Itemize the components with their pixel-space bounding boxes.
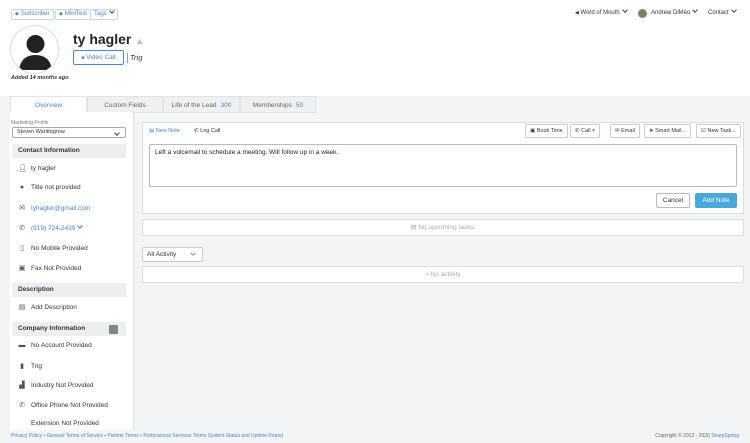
company-name: Trig: [130, 53, 143, 62]
user-icon: 👤︎: [18, 165, 27, 172]
word-of-mouth-menu[interactable]: ◀ Word of Mouth: [575, 7, 628, 16]
footer: Privacy Policy • General Terms of Servic…: [0, 430, 750, 443]
person-icon: ●: [19, 184, 25, 191]
contact-name: ty hagler ▲: [73, 31, 145, 47]
company-row-account: ▬ No Account Provided: [18, 342, 92, 349]
contact-row-name: 👤︎ ty hagler: [18, 165, 56, 172]
company-information-header: Company Information: [12, 322, 126, 336]
top-bar: ◆ Subscriber ◆ MiniTest Tags ◀ Word of Mou…: [0, 0, 750, 26]
tags-dropdown[interactable]: Tags: [90, 8, 118, 20]
divider: [127, 53, 128, 63]
contact-row-phone[interactable]: ✆ (919) 724-2439: [18, 223, 84, 232]
tag-chip-subscriber[interactable]: ◆ Subscriber: [11, 9, 54, 20]
contact-row-email[interactable]: ✉ tyhagler@gmail.com: [18, 204, 90, 212]
company-row-name: ▮ Trig: [18, 362, 42, 370]
added-timestamp: Added 14 months ago: [11, 75, 69, 81]
activity-filter-select[interactable]: All Activity: [142, 247, 203, 262]
envelope-icon: ✉: [19, 205, 25, 212]
note-textarea[interactable]: Left a voicemail to schedule a meeting. …: [149, 144, 737, 187]
mobile-icon: ▯: [20, 245, 24, 252]
fax-icon: ▣: [18, 265, 26, 272]
envelope-icon: ✉: [615, 128, 620, 134]
tag-chip-minitest[interactable]: ◆ MiniTest: [55, 9, 91, 20]
company-row-extension: Extension Not Provided: [31, 420, 99, 427]
new-note-tab[interactable]: ▤ New Note: [149, 128, 180, 134]
add-note-button[interactable]: Add Note: [695, 193, 737, 208]
marketing-profile-label: Marketing Profile: [11, 120, 49, 126]
user-menu[interactable]: Andrew DiMeo: [651, 7, 699, 16]
tab-overview[interactable]: Overview: [10, 96, 87, 113]
tab-custom-fields[interactable]: Custom Fields: [87, 96, 163, 113]
chevron-down-icon[interactable]: [77, 223, 84, 229]
send-icon: ➤: [649, 128, 654, 134]
tab-life-of-the-lead[interactable]: Life of the Lead 300: [163, 96, 240, 113]
video-camera-icon: ■: [81, 55, 85, 61]
avatar[interactable]: [638, 9, 647, 18]
factory-icon: ▟: [19, 382, 25, 389]
add-description[interactable]: ▤ Add Description: [18, 303, 77, 311]
briefcase-icon: ▬: [18, 342, 26, 349]
chevron-down-icon: [692, 7, 699, 13]
chevron-down-icon: [114, 130, 120, 136]
company-row-office-phone: ✆ Office Phone Not Provided: [19, 402, 108, 409]
document-icon: ▤: [18, 304, 26, 311]
activity-icon: ≈: [425, 271, 429, 278]
megaphone-icon: ◀: [575, 10, 579, 16]
book-time-button[interactable]: ▣ Book Time: [525, 124, 568, 138]
contact-menu[interactable]: Contact: [708, 7, 737, 16]
tag-icon: ◆: [15, 11, 19, 17]
email-button[interactable]: ✉ Email: [610, 124, 640, 138]
note-icon: ▤: [149, 128, 155, 134]
call-button[interactable]: ✆ Call ▾: [570, 124, 600, 138]
chevron-down-icon: [108, 8, 115, 14]
description-header: Description: [12, 283, 126, 297]
chevron-down-icon: [190, 250, 196, 256]
company-edit-icon[interactable]: [109, 325, 118, 334]
contact-avatar: [10, 25, 59, 74]
video-call-button[interactable]: ■ Video Call: [73, 50, 124, 65]
clipboard-icon: ▤: [410, 224, 417, 231]
company-row-industry: ▟ Industry Not Provided: [19, 382, 94, 389]
copyright: Copyright © 2012 - 2020 SharpSpring: [655, 433, 739, 439]
tab-bar: Overview Custom Fields Life of the Lead 3…: [10, 96, 316, 113]
contact-information-header: Contact Information: [12, 144, 126, 158]
cancel-button[interactable]: Cancel: [656, 193, 690, 208]
caret-down-icon: ▾: [592, 128, 595, 134]
chevron-down-icon: [730, 7, 737, 13]
smart-mail-button[interactable]: ➤ Smart Mail...: [644, 124, 692, 138]
tag-icon: ◆: [59, 11, 63, 17]
person-silhouette-icon: [19, 35, 52, 70]
chevron-down-icon: [621, 7, 628, 13]
contact-row-mobile: ▯ No Mobile Provided: [18, 244, 88, 252]
activity-panel: ≈ No activity: [142, 266, 744, 283]
phone-icon: ✆: [575, 128, 580, 134]
log-call-tab[interactable]: ✆ Log Call: [194, 128, 220, 134]
tab-memberships[interactable]: Memberships 50: [240, 96, 316, 113]
footer-links[interactable]: Privacy Policy • General Terms of Servic…: [11, 430, 283, 443]
phone-icon: ✆: [19, 225, 25, 232]
contact-row-fax: ▣ Fax Not Provided: [18, 265, 82, 272]
phone-icon: ✆: [19, 402, 25, 409]
new-task-button[interactable]: ☑ New Task...: [696, 124, 741, 138]
contact-row-title: ● Title not provided: [19, 184, 81, 191]
bell-icon[interactable]: ▲: [135, 36, 144, 46]
upcoming-tasks-panel: ▤ No upcoming tasks.: [142, 219, 744, 236]
marketing-profile-select[interactable]: Steven Wanttogrow: [12, 127, 126, 138]
building-icon: ▮: [20, 363, 24, 370]
phone-icon: ✆: [194, 128, 199, 134]
checkbox-icon: ☑: [701, 128, 706, 134]
calendar-icon: ▣: [530, 128, 536, 134]
